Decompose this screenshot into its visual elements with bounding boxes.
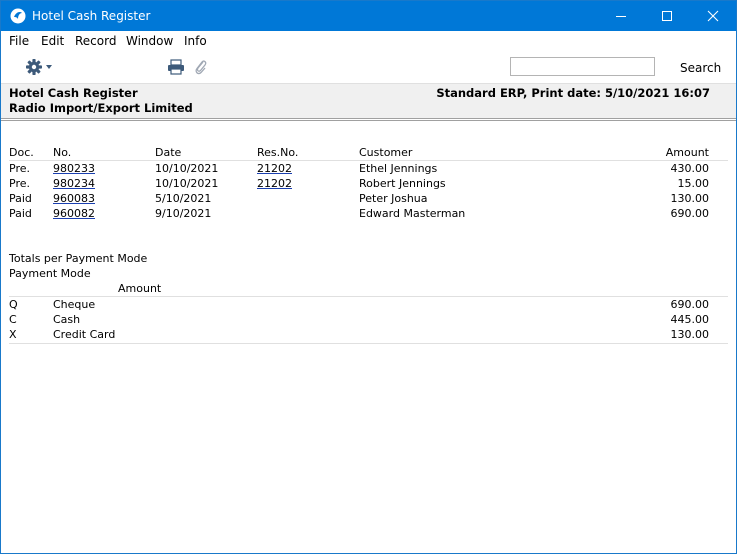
- paperclip-icon: [195, 60, 207, 75]
- maximize-icon: [662, 11, 672, 21]
- payment-mode-amount: 690.00: [670, 298, 710, 311]
- printer-icon: [168, 59, 184, 75]
- row-no-link[interactable]: 960083: [53, 192, 95, 205]
- minimize-button[interactable]: [598, 1, 644, 31]
- payment-mode-name: Cheque: [53, 298, 96, 311]
- title-bar[interactable]: Hotel Cash Register: [1, 1, 736, 31]
- totals-subheading: Payment Mode: [9, 267, 91, 280]
- menu-file[interactable]: File: [9, 34, 29, 48]
- close-icon: [707, 10, 719, 22]
- row-doc: Paid: [9, 207, 32, 220]
- row-no-link[interactable]: 960082: [53, 207, 95, 220]
- row-date: 9/10/2021: [155, 207, 212, 220]
- payment-mode-code: X: [9, 328, 17, 341]
- app-logo-icon: [10, 8, 26, 24]
- row-date: 10/10/2021: [155, 177, 219, 190]
- col-header-customer: Customer: [359, 146, 413, 159]
- menu-info[interactable]: Info: [184, 34, 207, 48]
- app-window: Hotel Cash Register File Edit Record Win…: [0, 0, 737, 554]
- row-amount: 15.00: [677, 177, 710, 190]
- row-doc: Paid: [9, 192, 32, 205]
- company-name: Radio Import/Export Limited: [9, 101, 193, 115]
- payment-mode-amount: 445.00: [670, 313, 710, 326]
- row-customer: Robert Jennings: [359, 177, 446, 190]
- totals-amount-header: Amount: [118, 282, 162, 295]
- payment-mode-name: Cash: [53, 313, 81, 326]
- maximize-button[interactable]: [644, 1, 690, 31]
- col-header-resno: Res.No.: [257, 146, 299, 159]
- row-resno-link[interactable]: 21202: [257, 177, 292, 190]
- menu-edit[interactable]: Edit: [41, 34, 64, 48]
- header-divider-2: [1, 120, 736, 121]
- payment-mode-name: Credit Card: [53, 328, 116, 341]
- close-button[interactable]: [690, 1, 736, 31]
- payment-mode-code: C: [9, 313, 17, 326]
- col-header-amount: Amount: [665, 146, 709, 159]
- row-no-link[interactable]: 980233: [53, 162, 95, 175]
- totals-heading: Totals per Payment Mode: [9, 252, 148, 265]
- report-header: Hotel Cash Register Radio Import/Export …: [1, 83, 736, 118]
- gear-icon: [26, 59, 52, 75]
- menu-window[interactable]: Window: [126, 34, 173, 48]
- row-doc: Pre.: [9, 177, 30, 190]
- row-no-link[interactable]: 980234: [53, 177, 95, 190]
- row-customer: Ethel Jennings: [359, 162, 438, 175]
- row-amount: 690.00: [670, 207, 710, 220]
- payment-mode-amount: 130.00: [670, 328, 710, 341]
- settings-button[interactable]: [26, 58, 56, 79]
- row-resno-link[interactable]: 21202: [257, 162, 292, 175]
- row-amount: 130.00: [670, 192, 710, 205]
- toolbar: Search: [1, 52, 736, 83]
- col-header-date: Date: [155, 146, 182, 159]
- search-input[interactable]: [510, 57, 655, 76]
- print-info: Standard ERP, Print date: 5/10/2021 16:0…: [436, 86, 710, 100]
- menu-bar: File Edit Record Window Info: [1, 31, 736, 51]
- row-date: 5/10/2021: [155, 192, 212, 205]
- totals-end-rule: [9, 343, 728, 344]
- row-customer: Edward Masterman: [359, 207, 466, 220]
- attach-button[interactable]: [194, 58, 208, 79]
- report-title: Hotel Cash Register: [9, 86, 138, 100]
- col-header-doc: Doc.: [9, 146, 34, 159]
- row-date: 10/10/2021: [155, 162, 219, 175]
- search-button[interactable]: Search: [680, 61, 721, 75]
- header-divider: [1, 118, 736, 119]
- row-amount: 430.00: [670, 162, 710, 175]
- col-header-no: No.: [53, 146, 72, 159]
- row-doc: Pre.: [9, 162, 30, 175]
- row-customer: Peter Joshua: [359, 192, 428, 205]
- menu-record[interactable]: Record: [75, 34, 116, 48]
- minimize-icon: [616, 16, 626, 17]
- payment-mode-code: Q: [9, 298, 18, 311]
- print-button[interactable]: [167, 59, 185, 78]
- window-title: Hotel Cash Register: [32, 9, 151, 23]
- totals-rule: [9, 296, 728, 297]
- header-rule: [9, 160, 728, 161]
